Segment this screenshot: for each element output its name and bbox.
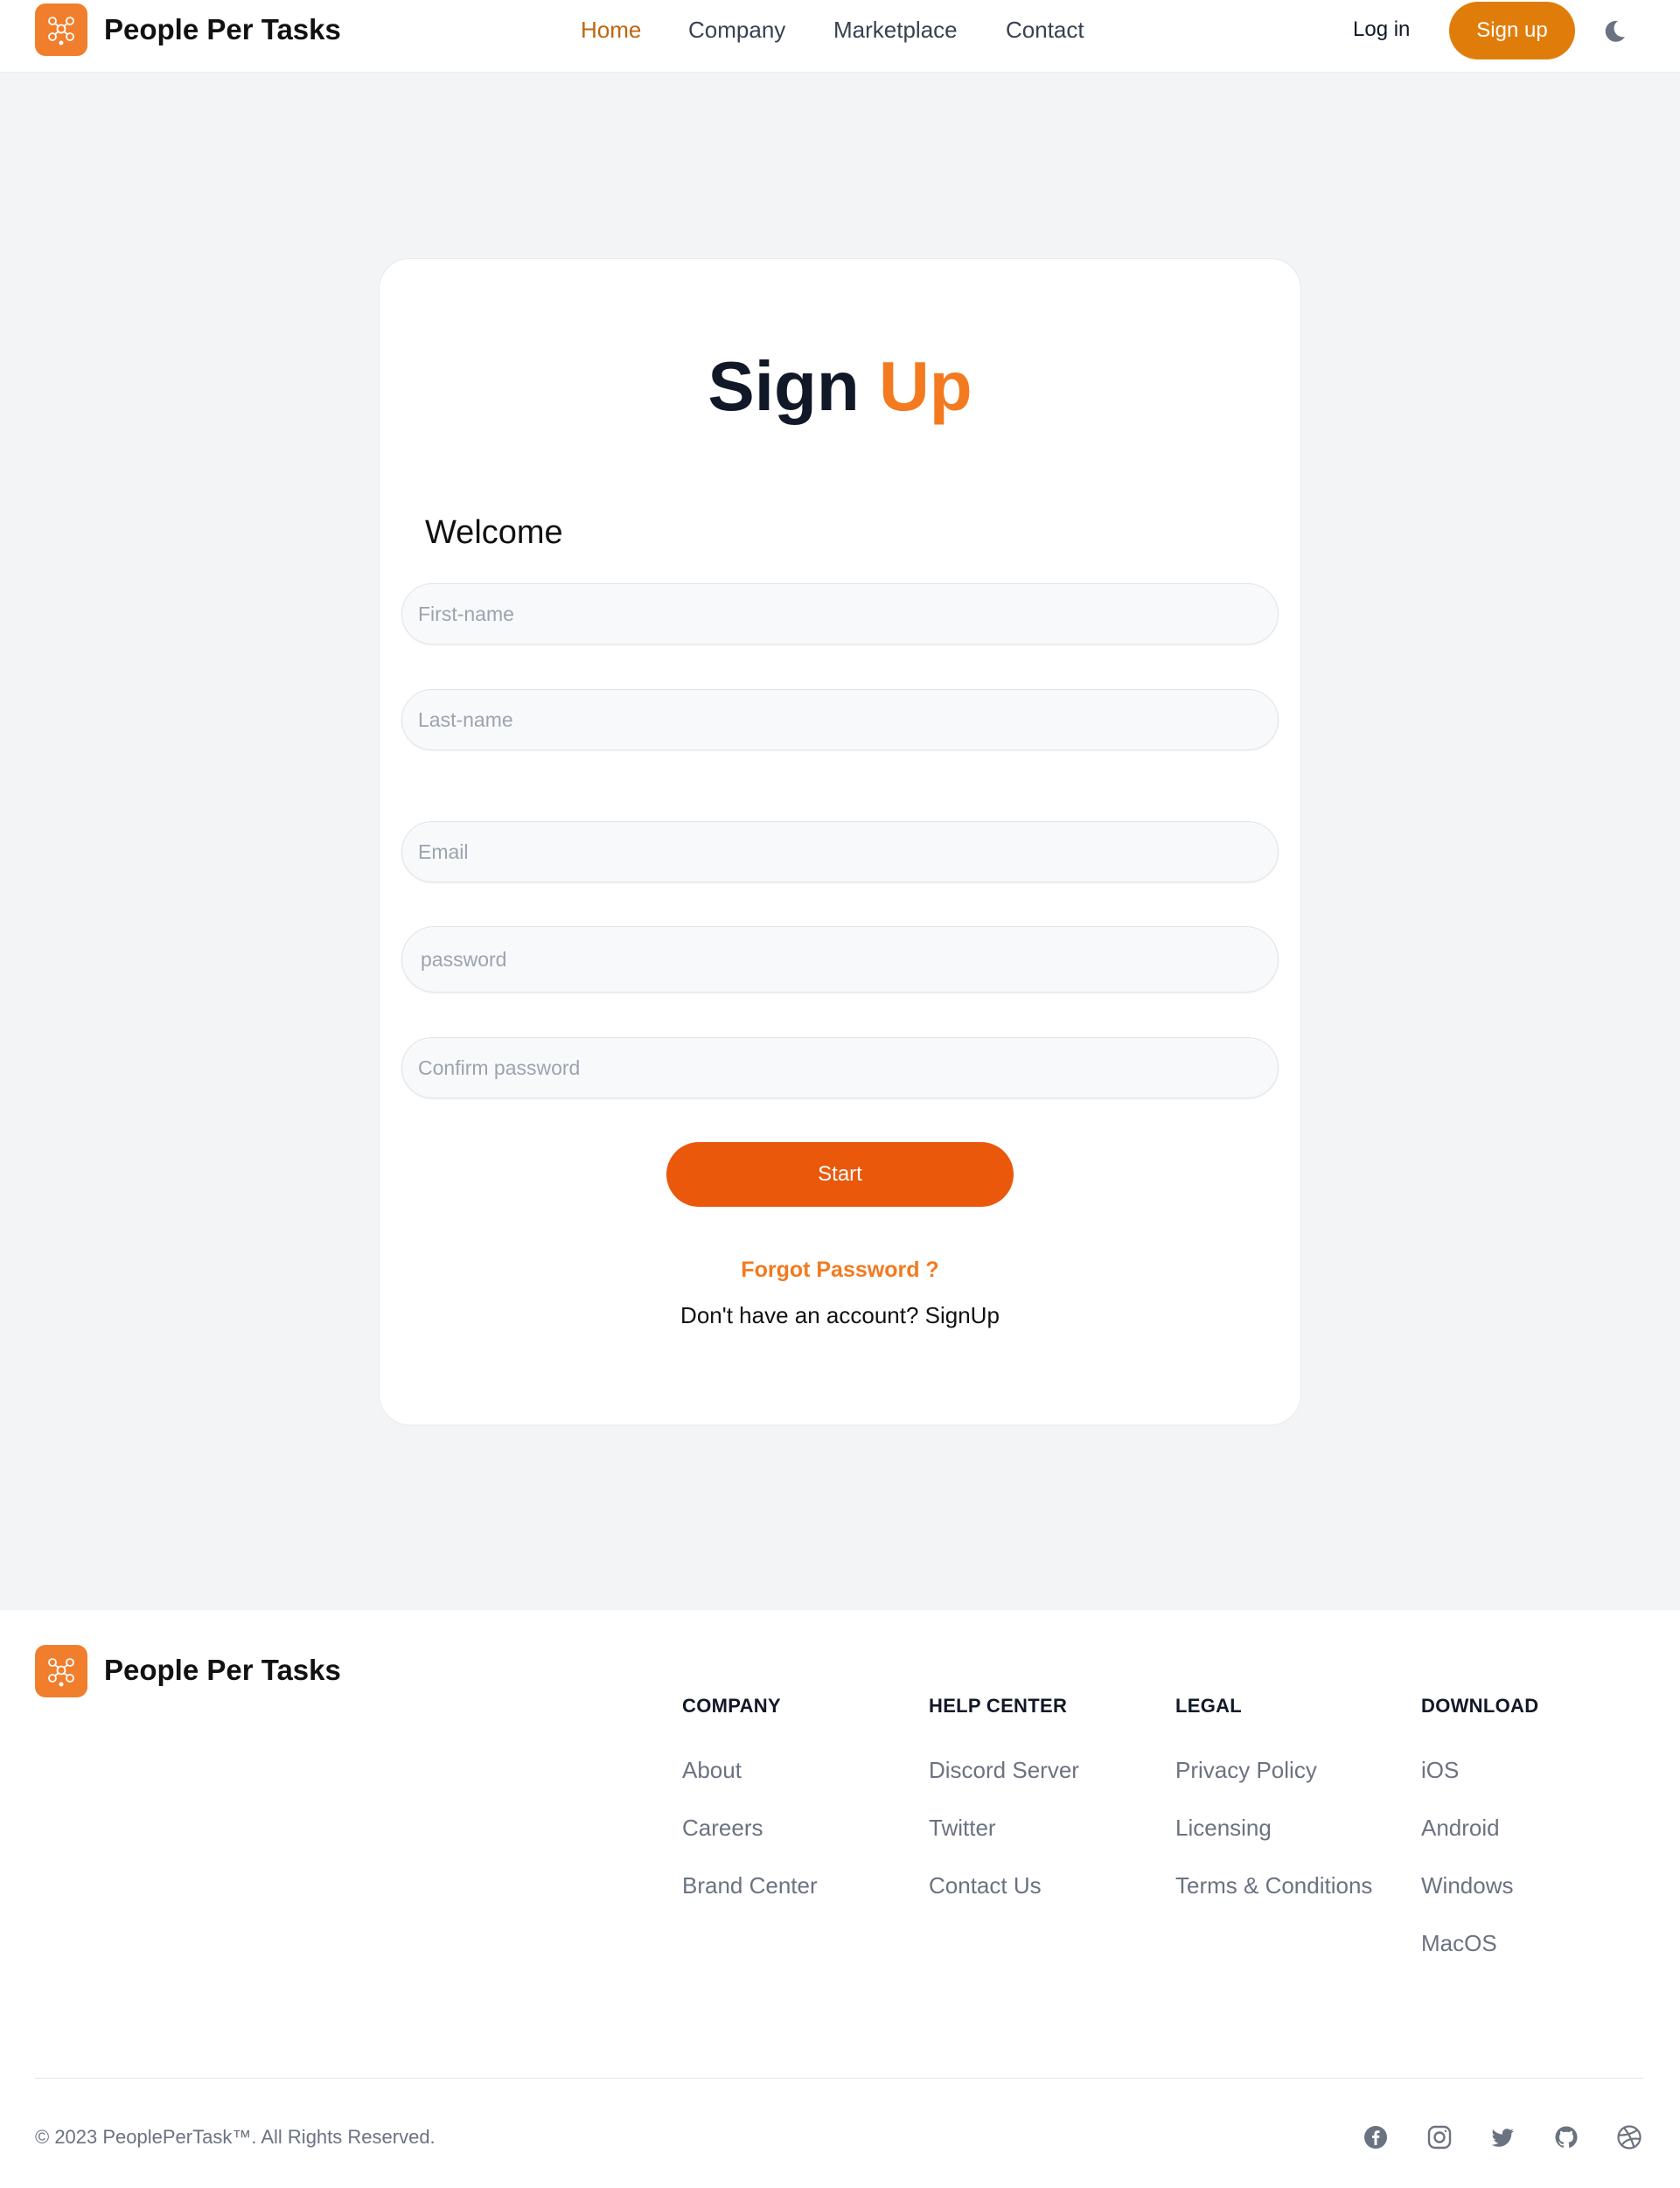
footer-link-ios[interactable]: iOS — [1421, 1757, 1459, 1784]
brand-name[interactable]: People Per Tasks — [104, 13, 341, 46]
twitter-icon[interactable] — [1489, 2124, 1516, 2150]
nav-company[interactable]: Company — [688, 17, 785, 44]
instagram-icon[interactable] — [1426, 2124, 1453, 2150]
footer-link-licensing[interactable]: Licensing — [1175, 1815, 1272, 1842]
signup-prompt[interactable]: Don't have an account? SignUp — [380, 1302, 1300, 1329]
nav-home[interactable]: Home — [581, 17, 641, 44]
first-name-input[interactable]: First-name — [401, 583, 1279, 645]
footer-logo-icon[interactable] — [35, 1645, 87, 1697]
footer-link-about[interactable]: About — [682, 1757, 742, 1784]
start-button[interactable]: Start — [666, 1142, 1014, 1207]
footer-brand-name[interactable]: People Per Tasks — [104, 1654, 341, 1687]
last-name-input[interactable]: Last-name — [401, 689, 1279, 750]
title-main: Sign — [708, 347, 860, 425]
signup-card: Sign Up Welcome First-name Last-name Ema… — [379, 258, 1301, 1425]
nav-marketplace[interactable]: Marketplace — [833, 17, 958, 44]
footer-link-macos[interactable]: MacOS — [1421, 1930, 1497, 1957]
brand-logo-icon[interactable] — [35, 3, 87, 56]
header-signup-button[interactable]: Sign up — [1449, 2, 1575, 59]
title-accent: Up — [878, 347, 972, 425]
footer-col-legal-title: LEGAL — [1175, 1695, 1243, 1717]
login-link[interactable]: Log in — [1353, 17, 1410, 42]
nav-contact[interactable]: Contact — [1006, 17, 1084, 44]
top-navbar: People Per Tasks Home Company Marketplac… — [0, 0, 1680, 73]
footer-link-discord[interactable]: Discord Server — [929, 1757, 1079, 1784]
footer-link-twitter[interactable]: Twitter — [929, 1815, 996, 1842]
email-input[interactable]: Email — [401, 821, 1279, 882]
footer-link-terms[interactable]: Terms & Conditions — [1175, 1872, 1372, 1899]
footer-link-android[interactable]: Android — [1421, 1815, 1500, 1842]
footer-link-careers[interactable]: Careers — [682, 1815, 763, 1842]
github-icon[interactable] — [1553, 2124, 1579, 2150]
footer-divider — [35, 2078, 1644, 2079]
facebook-icon[interactable] — [1363, 2124, 1389, 2150]
confirm-password-input[interactable]: Confirm password — [401, 1037, 1279, 1098]
footer-col-company-title: COMPANY — [682, 1695, 781, 1717]
footer-col-help-title: HELP CENTER — [929, 1695, 1068, 1717]
footer-link-privacy[interactable]: Privacy Policy — [1175, 1757, 1317, 1784]
forgot-password-link[interactable]: Forgot Password ? — [380, 1258, 1300, 1283]
footer-link-windows[interactable]: Windows — [1421, 1872, 1513, 1899]
page-title: Sign Up — [380, 346, 1300, 427]
footer-col-download-title: DOWNLOAD — [1421, 1695, 1539, 1717]
welcome-heading: Welcome — [425, 514, 563, 551]
moon-icon[interactable] — [1600, 17, 1628, 45]
dribbble-icon[interactable] — [1616, 2124, 1642, 2150]
password-input[interactable]: password — [401, 926, 1279, 993]
copyright-text: © 2023 PeoplePerTask™. All Rights Reserv… — [35, 2126, 436, 2148]
footer-link-contact-us[interactable]: Contact Us — [929, 1872, 1042, 1899]
footer: People Per Tasks COMPANY About Careers B… — [0, 1610, 1680, 2188]
footer-link-brand-center[interactable]: Brand Center — [682, 1872, 818, 1899]
